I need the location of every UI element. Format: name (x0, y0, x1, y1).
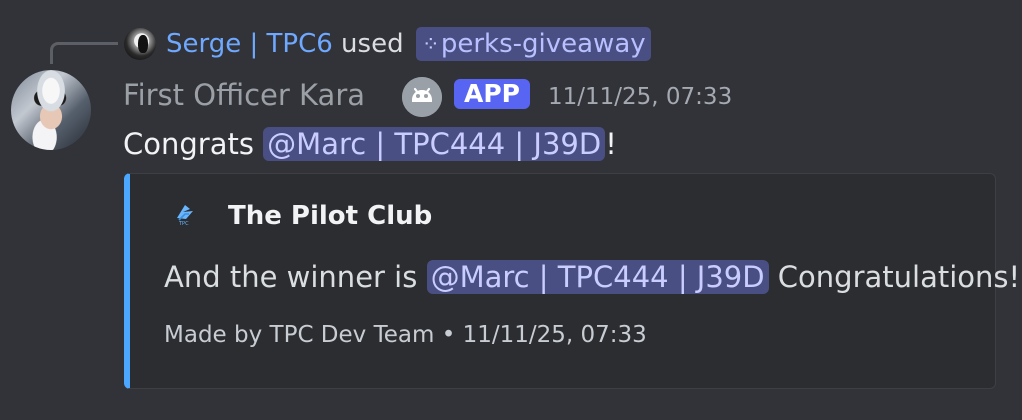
user-mention[interactable]: @Marc | TPC444 | J39D (263, 127, 606, 161)
embed-author-name: The Pilot Club (228, 201, 433, 231)
discord-bot-icon (402, 77, 442, 117)
reply-connector (50, 42, 118, 64)
command-name: perks-giveaway (440, 29, 646, 59)
svg-text:TPC: TPC (178, 221, 189, 226)
message-embed: TPC The Pilot Club And the winner is @Ma… (124, 173, 1020, 389)
slash-command-icon: ⁘ (422, 32, 440, 56)
author-name[interactable]: First Officer Kara (123, 75, 365, 115)
embed-footer: Made by TPC Dev Team • 11/11/25, 07:33 (164, 322, 647, 348)
message-timestamp[interactable]: 11/11/25, 07:33 (548, 83, 732, 111)
embed-description: And the winner is @Marc | TPC444 | J39D … (164, 257, 1020, 297)
reply-author-name[interactable]: Serge | TPC6 (166, 29, 333, 59)
reply-used-text: used (341, 29, 404, 59)
author-avatar[interactable] (11, 70, 91, 150)
embed-user-mention[interactable]: @Marc | TPC444 | J39D (426, 260, 769, 294)
message-content: Congrats @Marc | TPC444 | J39D! (123, 124, 617, 164)
pilot-club-logo-icon: TPC (172, 200, 198, 227)
embed-body-prefix: And the winner is (164, 260, 427, 294)
reply-context: Serge | TPC6 used ⁘perks-giveaway (166, 26, 651, 62)
app-badge: APP (454, 79, 530, 109)
reply-user-avatar[interactable] (124, 28, 156, 60)
message-suffix: ! (605, 127, 617, 161)
embed-body-suffix: Congratulations! (768, 260, 1021, 294)
message-prefix: Congrats (123, 127, 264, 161)
slash-command-chip[interactable]: ⁘perks-giveaway (415, 27, 651, 61)
